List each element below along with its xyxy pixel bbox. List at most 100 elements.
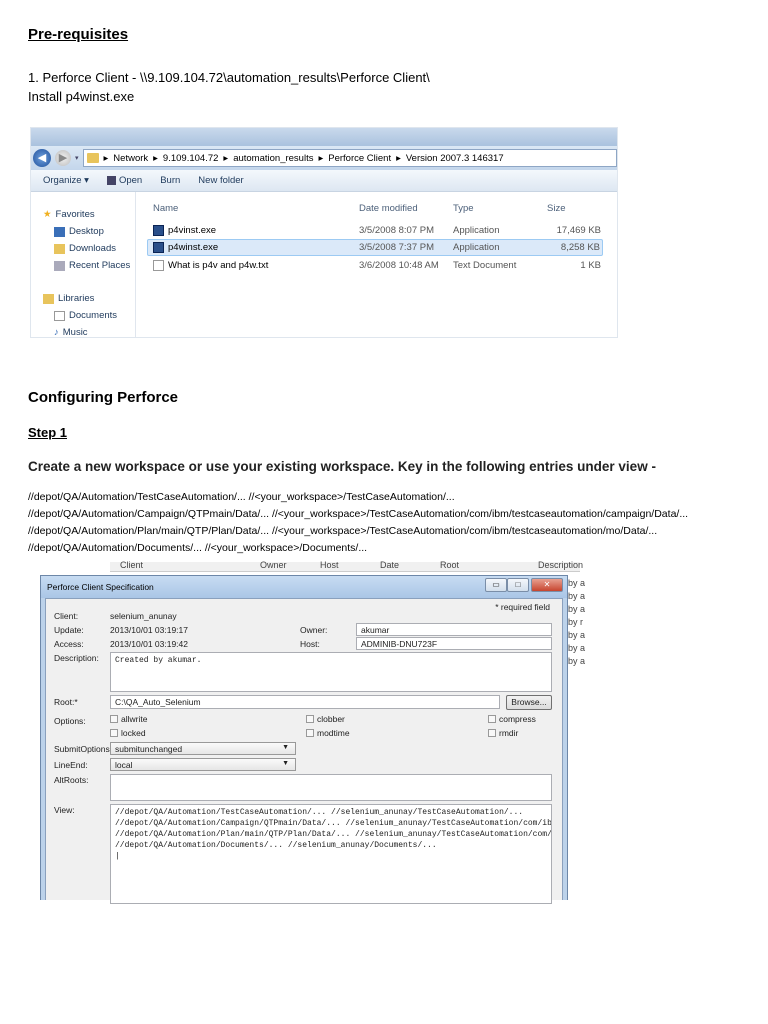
checkbox-icon [488,715,496,723]
alt-roots-field[interactable] [110,774,552,801]
maximize-icon[interactable]: □ [507,578,529,592]
description-snippet: by a [568,656,586,666]
forward-icon[interactable]: ▶ [55,150,71,166]
downloads-icon [54,243,65,254]
sidebar-libraries[interactable]: Libraries [43,290,135,307]
column-owner[interactable]: Owner [260,560,287,570]
checkbox-icon [306,729,314,737]
option-modtime[interactable]: modtime [306,728,350,738]
update-value: 2013/10/01 03:19:17 [110,625,188,635]
breadcrumb-item[interactable]: Version 2007.3 146317 [406,153,504,164]
text-file-icon [153,260,164,271]
column-date-modified[interactable]: Date modified [359,203,418,214]
submit-options-label: SubmitOptions: [54,744,113,754]
option-rmdir[interactable]: rmdir [488,728,518,738]
file-row[interactable]: p4vinst.exe 3/5/2008 8:07 PM Application… [147,222,603,239]
libraries-icon [43,293,54,304]
option-compress[interactable]: compress [488,714,536,724]
checkbox-icon [110,729,118,737]
close-icon[interactable]: ✕ [531,578,563,592]
root-field[interactable]: C:\QA_Auto_Selenium [110,695,500,709]
chevron-down-icon: ▼ [282,744,289,751]
breadcrumb-item[interactable]: 9.109.104.72 [163,153,218,164]
checkbox-icon [488,729,496,737]
organize-button[interactable]: Organize ▾ [43,175,89,186]
update-label: Update: [54,625,84,635]
file-row[interactable]: What is p4v and p4w.txt 3/6/2008 10:48 A… [147,257,603,274]
submit-options-select[interactable]: submitunchanged ▼ [110,742,296,755]
sidebar-item-downloads[interactable]: Downloads [43,240,135,257]
sidebar-item-desktop[interactable]: Desktop [43,223,135,240]
host-field[interactable]: ADMINIB-DNU723F [356,637,552,650]
config-heading: Configuring Perforce [28,389,179,406]
option-clobber[interactable]: clobber [306,714,345,724]
mapping-line: //depot/QA/Automation/Campaign/QTPmain/D… [28,508,689,520]
recent-dropdown-icon[interactable]: ▾ [75,154,79,162]
column-client[interactable]: Client [120,560,143,570]
sidebar-item-recent-places[interactable]: Recent Places [43,257,135,274]
checkbox-icon [306,715,314,723]
view-field[interactable]: //depot/QA/Automation/TestCaseAutomation… [110,804,552,904]
instruction-text: Create a new workspace or use your exist… [28,459,656,474]
description-snippet: by a [568,604,586,614]
browse-button[interactable]: Browse... [506,695,552,710]
line-end-select[interactable]: local ▼ [110,758,296,771]
folder-icon [86,153,99,163]
workspace-list-header: Client Owner Host Date Root Description [110,560,583,572]
owner-field[interactable]: akumar [356,623,552,636]
open-icon [106,175,116,185]
breadcrumb-item[interactable]: automation_results [233,153,313,164]
access-label: Access: [54,639,84,649]
column-root[interactable]: Root [440,560,459,570]
explorer-window-screenshot: ◀ ▶ ▾ ▸ Network ▸ 9.109.104.72 ▸ automation… [30,127,618,338]
description-snippet: by r [568,617,584,627]
new-folder-button[interactable]: New folder [198,175,243,186]
sidebar-item-documents[interactable]: Documents [43,307,135,324]
prereq-line1: 1. Perforce Client - \\9.109.104.72\auto… [28,70,430,85]
column-size[interactable]: Size [547,203,565,214]
options-label: Options: [54,716,86,726]
sidebar-favorites[interactable]: ★ Favorites [43,206,135,223]
back-icon[interactable]: ◀ [33,149,51,167]
description-snippet: by a [568,643,586,653]
option-locked[interactable]: locked [110,728,146,738]
column-name[interactable]: Name [153,203,178,214]
column-description[interactable]: Description [538,560,583,570]
column-headers: Name Date modified Type Size [147,200,603,217]
column-type[interactable]: Type [453,203,474,214]
breadcrumb-item[interactable]: Perforce Client [328,153,391,164]
burn-button[interactable]: Burn [160,175,180,186]
explorer-address-row: ◀ ▶ ▾ ▸ Network ▸ 9.109.104.72 ▸ automation… [31,146,617,170]
view-label: View: [54,805,75,815]
mapping-line: //depot/QA/Automation/Plan/main/QTP/Plan… [28,525,658,537]
file-row-selected[interactable]: p4winst.exe 3/5/2008 7:37 PM Application… [147,239,603,256]
prereq-heading: Pre-requisites [28,26,129,43]
minimize-icon[interactable]: ▭ [485,578,507,592]
sidebar-item-music[interactable]: ♪ Music [43,324,135,337]
description-snippet: by a [568,630,586,640]
dialog-body: * required field Client: selenium_anunay… [45,598,563,904]
address-bar[interactable]: ▸ Network ▸ 9.109.104.72 ▸ automation_resul… [82,149,617,167]
client-spec-dialog: Perforce Client Specification ▭ □ ✕ * re… [40,575,568,904]
owner-label: Owner: [300,625,328,635]
option-allwrite[interactable]: allwrite [110,714,147,724]
explorer-titlebar [31,128,617,146]
star-icon: ★ [43,209,52,220]
chevron-down-icon: ▼ [282,760,289,767]
open-button[interactable]: Open [106,175,142,186]
required-note: * required field [495,602,550,612]
description-snippet: by a [568,578,586,588]
column-date[interactable]: Date [380,560,399,570]
documents-icon [54,310,65,321]
dialog-title: Perforce Client Specification [47,582,154,592]
root-label: Root:* [54,697,78,707]
breadcrumb-item[interactable]: Network [113,153,148,164]
description-field[interactable]: Created by akumar. [110,652,552,692]
description-snippet: by a [568,591,586,601]
dialog-titlebar: Perforce Client Specification ▭ □ ✕ [41,576,567,598]
access-value: 2013/10/01 03:19:42 [110,639,188,649]
prereq-line2: Install p4winst.exe [28,89,135,104]
column-host[interactable]: Host [320,560,339,570]
navigation-pane: ★ Favorites Desktop Downloads Recent Plac… [31,192,136,337]
exe-icon [153,225,164,236]
